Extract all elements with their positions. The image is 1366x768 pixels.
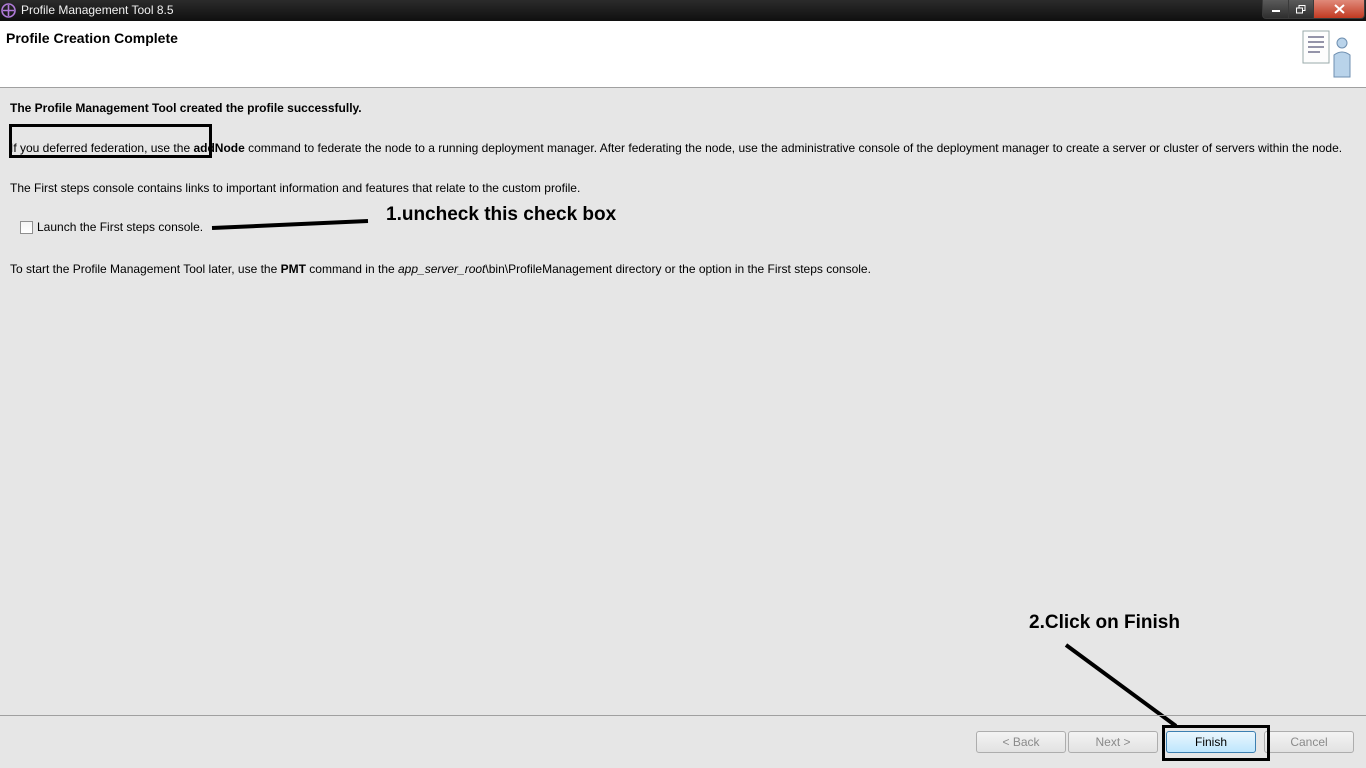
minimize-button[interactable] — [1262, 0, 1289, 19]
pmt-text: To start the Profile Management Tool lat… — [10, 262, 871, 276]
footer-separator — [0, 715, 1366, 716]
launch-first-steps-row[interactable]: Launch the First steps console. — [20, 220, 203, 234]
close-button[interactable] — [1313, 0, 1365, 19]
first-steps-info: The First steps console contains links t… — [10, 181, 581, 195]
launch-first-steps-checkbox[interactable] — [20, 220, 33, 234]
annotation-box-checkbox — [9, 124, 212, 158]
minimize-icon — [1271, 10, 1280, 12]
launch-first-steps-label[interactable]: Launch the First steps console. — [37, 220, 203, 234]
restore-icon — [1296, 4, 1306, 13]
restore-button[interactable] — [1288, 0, 1314, 19]
next-button[interactable]: Next > — [1068, 731, 1158, 753]
page-title: Profile Creation Complete — [6, 30, 178, 46]
annotation-step1: 1.uncheck this check box — [386, 204, 617, 225]
app-icon — [1, 3, 16, 18]
annotation-arrows — [211, 219, 1178, 728]
title-bar: Profile Management Tool 8.5 — [0, 0, 1366, 21]
cancel-button[interactable]: Cancel — [1264, 731, 1354, 753]
back-button[interactable]: < Back — [976, 731, 1066, 753]
annotation-box-finish — [1162, 725, 1270, 761]
wizard-icon — [1302, 30, 1351, 78]
annotation-step2: 2.Click on Finish — [1029, 612, 1180, 633]
wizard-header: Profile Creation Complete — [0, 21, 1366, 88]
window-title: Profile Management Tool 8.5 — [21, 3, 174, 17]
close-icon — [1333, 4, 1345, 14]
success-message: The Profile Management Tool created the … — [10, 101, 362, 115]
